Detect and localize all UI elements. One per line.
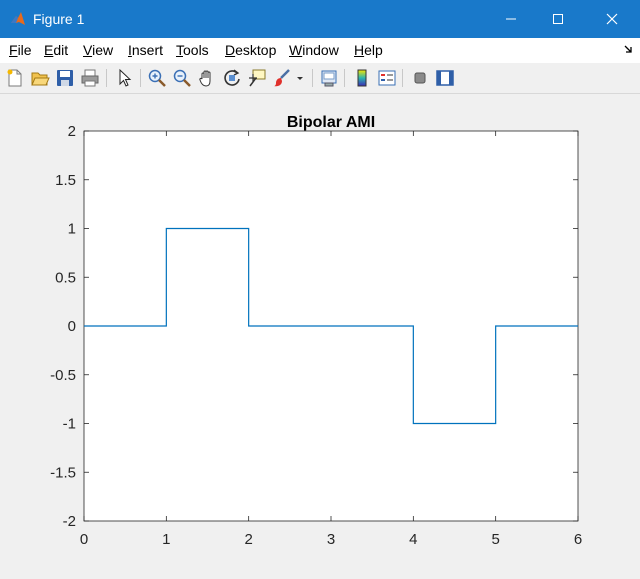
toolbar-separator [106,69,107,87]
x-tick-label: 4 [409,531,417,548]
edit-plot-arrow-icon[interactable] [115,68,135,88]
y-tick-label: 2 [68,123,76,140]
show-plot-tools-icon[interactable] [435,68,455,88]
x-tick-label: 0 [80,531,88,548]
toolbar [0,63,640,94]
y-tick-label: 0.5 [55,269,76,286]
toolbar-separator [344,69,345,87]
menu-window[interactable]: Window [289,42,339,58]
minimize-button[interactable] [488,0,534,38]
y-tick-label: -2 [63,513,76,530]
title-bar[interactable]: Figure 1 [0,0,640,38]
y-tick-label: -1 [63,416,76,433]
save-icon[interactable] [55,68,75,88]
figure-canvas[interactable]: Bipolar AMI 0 1 2 3 4 5 6 2 1.5 1 0.5 0 -0.5 -1 -1.5 -… [0,94,640,574]
print-icon[interactable] [80,68,100,88]
x-tick-label: 1 [162,531,170,548]
minimize-icon [506,18,516,20]
toolbar-separator [402,69,403,87]
x-tick-label: 2 [244,531,252,548]
new-figure-icon[interactable] [5,68,25,88]
close-button[interactable] [589,0,635,38]
zoom-out-icon[interactable] [172,68,192,88]
link-plot-icon[interactable] [319,68,339,88]
y-tick-label: 1 [68,221,76,238]
plot-svg: Bipolar AMI 0 1 2 3 4 5 6 2 1.5 1 0.5 0 -0.5 -1 -1.5 -… [50,114,582,548]
x-tick-label: 3 [327,531,335,548]
open-file-icon[interactable] [30,68,50,88]
toolbar-separator [140,69,141,87]
menu-view[interactable]: View [83,42,113,58]
maximize-icon [553,14,563,24]
menu-bar: File Edit View Insert Tools Desktop Wind… [0,38,640,63]
dock-arrow-icon[interactable] [624,44,634,54]
hide-plot-tools-icon[interactable] [410,68,430,88]
maximize-button[interactable] [535,0,581,38]
y-tick-label: 1.5 [55,172,76,189]
x-tick-label: 5 [491,531,499,548]
menu-tools[interactable]: Tools [176,42,209,58]
menu-insert[interactable]: Insert [128,42,163,58]
x-tick-label: 6 [574,531,582,548]
menu-desktop[interactable]: Desktop [225,42,276,58]
insert-legend-icon[interactable] [377,68,397,88]
x-tick-labels: 0 1 2 3 4 5 6 [80,531,582,548]
insert-colorbar-icon[interactable] [352,68,372,88]
menu-file[interactable]: File [9,42,32,58]
zoom-in-icon[interactable] [147,68,167,88]
toolbar-separator [312,69,313,87]
close-icon [606,13,618,25]
menu-help[interactable]: Help [354,42,383,58]
matlab-logo-icon [11,12,25,25]
y-tick-label: 0 [68,318,76,335]
menu-edit[interactable]: Edit [44,42,68,58]
pan-hand-icon[interactable] [197,68,217,88]
brush-icon[interactable] [272,68,292,88]
y-tick-labels: 2 1.5 1 0.5 0 -0.5 -1 -1.5 -2 [50,123,76,530]
y-tick-label: -0.5 [50,367,76,384]
rotate-3d-icon[interactable] [222,68,242,88]
brush-dropdown-icon[interactable] [293,68,307,88]
data-cursor-icon[interactable] [247,68,267,88]
y-tick-label: -1.5 [50,464,76,481]
axes-title: Bipolar AMI [287,114,375,131]
window-title: Figure 1 [33,11,85,27]
